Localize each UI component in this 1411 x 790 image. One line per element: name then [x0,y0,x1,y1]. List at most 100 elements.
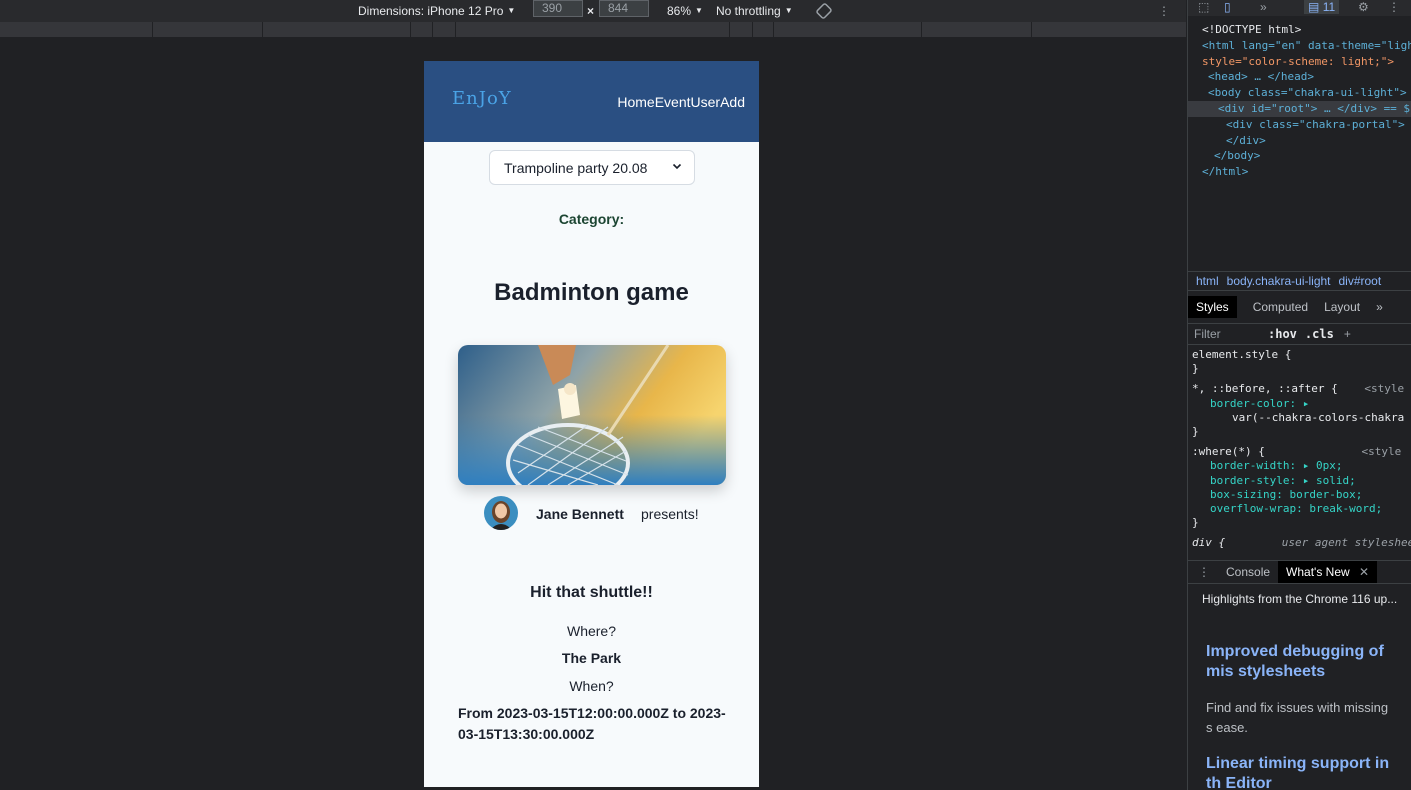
style-line: border-color: ▸ [1210,396,1310,410]
style-source[interactable]: <style [1361,445,1401,458]
style-selector: div { user agent styleshee [1188,536,1411,550]
breadcrumb-item[interactable]: body.chakra-ui-light [1227,274,1331,288]
rotate-icon[interactable] [815,0,833,22]
styles-pane: element.style { } *, ::before, ::after {… [1188,348,1411,551]
dom-line-selected[interactable]: <div id="root"> … </div> == $ [1188,100,1411,117]
dom-line[interactable]: <head> … </head> [1188,69,1411,85]
inspect-icon[interactable]: ⬚ [1198,0,1209,14]
presenter-name: Jane Bennett [536,506,624,522]
style-line: var(--chakra-colors-chakra [1232,410,1405,424]
nav-add-link[interactable]: Add [720,94,745,110]
whats-new-title: Highlights from the Chrome 116 up... [1202,592,1398,606]
times-symbol: × [587,4,595,18]
time-range: From 2023-03-15T12:00:00.000Z to 2023-03… [458,705,726,742]
tab-console[interactable]: Console [1226,565,1270,579]
style-selector-text: *, ::before, ::after { [1192,382,1338,396]
styles-filter-bar: Filter :hov .cls + [1188,323,1411,345]
dom-line[interactable]: <!DOCTYPE html> [1188,22,1411,38]
dom-line[interactable]: <html lang="en" data-theme="ligh [1188,38,1411,54]
media-query-ruler [0,22,1186,38]
dom-line[interactable]: style="color-scheme: light;"> [1188,54,1411,70]
dom-line[interactable]: </body> [1188,148,1411,164]
tab-layout[interactable]: Layout [1324,300,1360,314]
device-toolbar: Dimensions: iPhone 12 Pro ▼ 390 × 844 86… [0,0,1186,22]
caret-down-icon: ▼ [695,6,703,15]
when-label: When? [569,678,614,694]
style-line: box-sizing: border-box; [1210,487,1363,501]
style-line: } [1192,425,1199,439]
tab-computed[interactable]: Computed [1253,300,1308,314]
nav-home-link[interactable]: Home [617,94,654,110]
location-value: The Park [561,650,622,666]
caret-down-icon: ▼ [507,6,516,15]
nav-user-link[interactable]: User [691,94,721,110]
whats-new-heading[interactable]: Improved debugging of mis stylesheets [1188,642,1411,682]
style-line: border-style: ▸ solid; [1210,473,1356,487]
dimensions-dropdown[interactable]: Dimensions: iPhone 12 Pro ▼ [358,0,515,22]
avatar[interactable] [484,496,518,530]
tab-whats-new[interactable]: What's New ✕ [1278,561,1378,583]
event-select[interactable]: Trampoline party 20.08 [489,150,695,185]
cls-button[interactable]: .cls [1305,327,1334,341]
style-selector-text: div { [1192,536,1226,550]
breadcrumb-item[interactable]: html [1196,274,1219,288]
throttle-dropdown[interactable]: No throttling ▼ [716,0,793,22]
dom-line[interactable]: <div class="chakra-portal"> [1188,117,1411,133]
ua-source: user agent styleshee [1281,536,1411,550]
phone-viewport: EnJoY Home Event User Add Trampoline par… [424,61,759,787]
more-options-icon[interactable]: ⋮ [1388,0,1400,14]
event-image [458,345,726,485]
style-line: element.style { [1192,348,1292,361]
issues-count: 11 [1322,0,1336,14]
breadcrumb-item[interactable]: div#root [1339,274,1382,288]
style-line: } [1192,516,1199,530]
nav-event-link[interactable]: Event [655,94,691,110]
filter-input[interactable]: Filter [1194,327,1262,341]
main-nav: Home Event User Add [617,94,745,110]
dom-line[interactable]: </html> [1188,164,1411,180]
style-selector: *, ::before, ::after { <style [1188,382,1411,396]
height-input[interactable]: 844 [599,0,649,17]
tab-styles[interactable]: Styles [1188,296,1237,318]
issues-badge[interactable]: ▤ 11 [1304,0,1340,14]
gear-icon[interactable]: ⚙ [1358,0,1369,14]
close-icon[interactable]: ✕ [1359,565,1369,579]
presents-text: presents! [641,506,699,522]
issues-icon: ▤ [1308,0,1320,14]
style-source[interactable]: <style [1364,382,1404,395]
dom-line[interactable]: </div> [1188,133,1411,149]
zoom-dropdown[interactable]: 86% ▼ [667,0,703,22]
chevron-down-icon [672,163,682,170]
dom-tree: <!DOCTYPE html> <html lang="en" data-the… [1188,22,1411,180]
breadcrumb: html body.chakra-ui-light div#root [1188,271,1411,291]
app-header: EnJoY Home Event User Add [424,61,759,142]
whats-new-heading[interactable]: Linear timing support in th Editor [1188,754,1411,790]
app-logo[interactable]: EnJoY [452,88,512,109]
styles-tabs: Styles Computed Layout » [1188,295,1411,319]
hov-button[interactable]: :hov [1268,327,1297,341]
throttle-label: No throttling [716,4,781,18]
add-rule-icon[interactable]: + [1344,327,1351,341]
event-title: Badminton game [494,279,689,306]
whats-new-panel: Highlights from the Chrome 116 up... Imp… [1188,588,1411,790]
width-input[interactable]: 390 [533,0,583,17]
more-tabs-icon[interactable]: » [1376,300,1383,314]
category-label: Category: [558,211,625,227]
device-toggle-icon[interactable]: ▯ [1224,0,1231,14]
event-select-value: Trampoline party 20.08 [504,159,648,176]
devtools-panel: ⬚ ▯ » ▤ 11 ⚙ ⋮ <!DOCTYPE html> <html lan… [1187,0,1411,790]
style-line: } [1192,362,1199,376]
caret-down-icon: ▼ [784,6,793,15]
more-options-icon[interactable]: ⋮ [1158,0,1170,22]
drawer-tabs: ⋮ Console What's New ✕ [1188,560,1411,584]
drawer-menu-icon[interactable]: ⋮ [1198,565,1210,579]
more-tabs-icon[interactable]: » [1260,0,1267,14]
presenter-row: Jane Bennett presents! [484,496,724,530]
style-selector-text: :where(*) { [1192,445,1265,459]
style-line: border-width: ▸ 0px; [1210,459,1343,473]
style-line: overflow-wrap: break-word; [1210,502,1383,516]
tab-whats-new-label: What's New [1286,565,1350,579]
dom-line[interactable]: <body class="chakra-ui-light"> [1188,85,1411,101]
whats-new-text: Find and fix issues with missing s ease. [1206,700,1389,735]
dimensions-label: Dimensions: iPhone 12 Pro [358,4,504,18]
